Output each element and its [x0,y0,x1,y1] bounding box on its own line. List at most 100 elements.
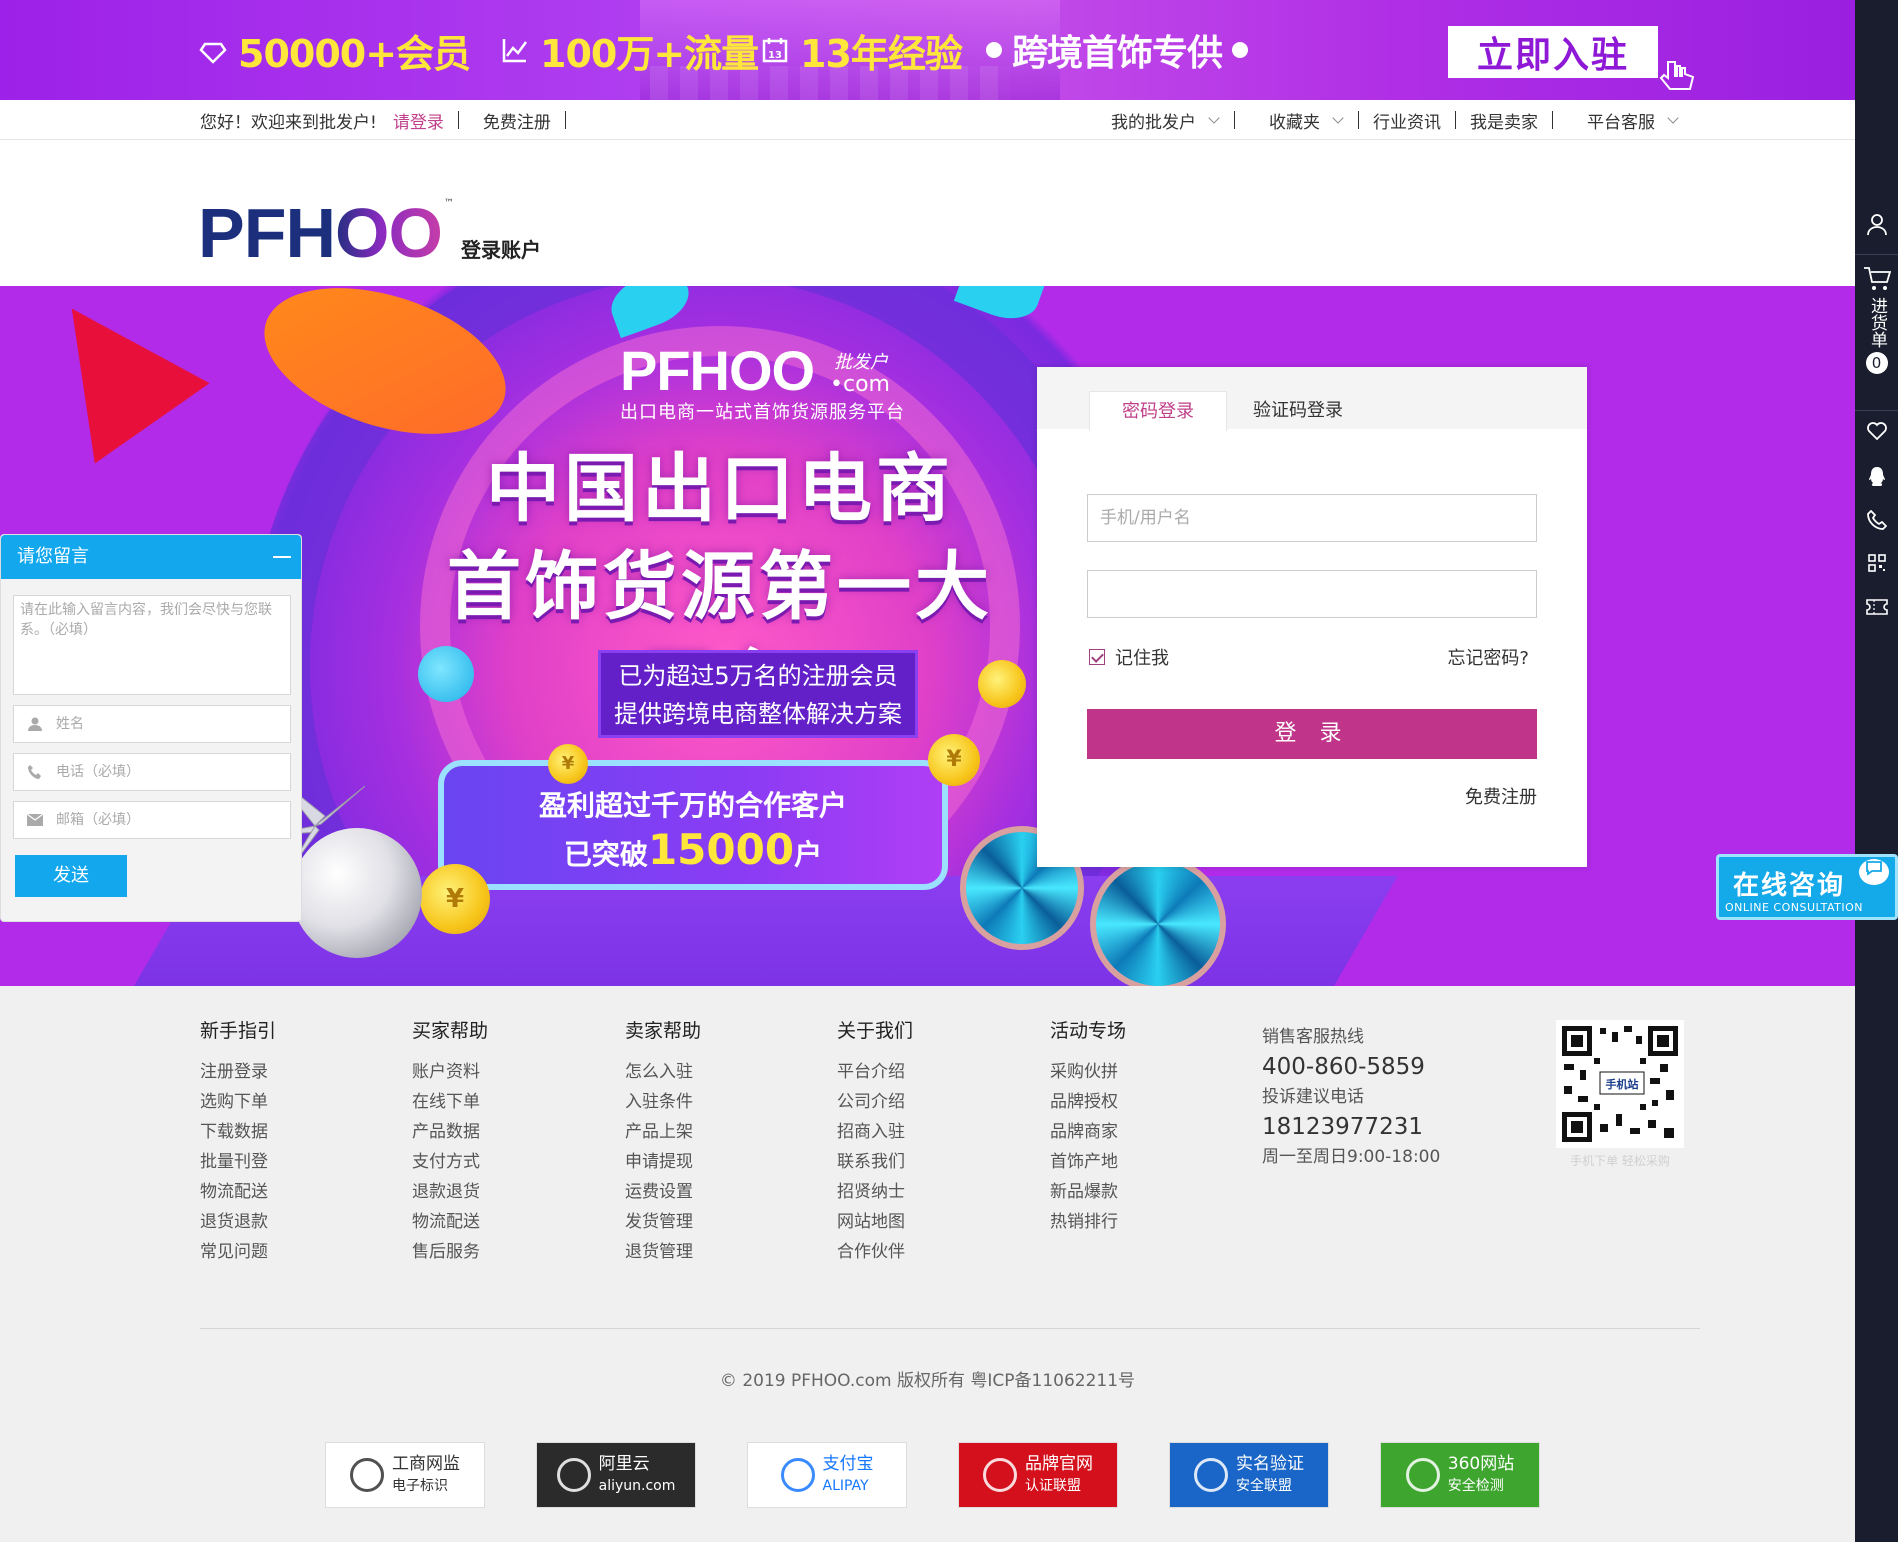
name-field[interactable] [13,705,291,743]
send-message-button[interactable]: 发送 [15,855,127,897]
customer-service-menu[interactable]: 平台客服 [1553,108,1693,133]
footer-link[interactable]: 退货管理 [625,1237,701,1267]
industry-news-link[interactable]: 行业资讯 [1359,108,1455,133]
login-submit-button[interactable]: 登 录 [1087,709,1537,759]
phone-icon [1866,509,1887,535]
footer-link[interactable]: 品牌授权 [1050,1087,1126,1117]
footer-link[interactable]: 合作伙伴 [837,1237,913,1267]
phone-field[interactable] [13,753,291,791]
username-input[interactable] [1087,494,1537,542]
footer-link[interactable]: 下载数据 [200,1117,276,1147]
badge-logo-icon [1194,1458,1228,1492]
footer-link[interactable]: 产品上架 [625,1117,701,1147]
footer-link[interactable]: 申请提现 [625,1147,701,1177]
badge-logo-icon [556,1458,591,1492]
footer-link[interactable]: 热销排行 [1050,1207,1126,1237]
consult-title: 在线咨询 [1733,871,1846,901]
footer-link[interactable]: 新品爆款 [1050,1177,1126,1207]
seller-link[interactable]: 我是卖家 [1456,108,1552,133]
footer-link[interactable]: 采购伙拼 [1050,1057,1126,1087]
qr-mobile-label: 手机站 [1606,1077,1639,1091]
join-now-button[interactable]: 立即入驻 [1448,26,1658,78]
footer-link[interactable]: 产品数据 [412,1117,488,1147]
pointing-hand-icon [1658,58,1702,94]
footer-link[interactable]: 招贤纳士 [837,1177,913,1207]
footer-link[interactable]: 售后服务 [412,1237,488,1267]
top-promo-banner[interactable]: 50000+会员 100万+流量 13 13年经验 跨境首饰专供 立即入驻 [0,0,1855,100]
phone-input[interactable] [56,764,286,780]
aliyun-badge[interactable]: 阿里云 aliyun.com [536,1442,696,1508]
tab-code-login[interactable]: 验证码登录 [1229,391,1367,431]
message-content-input[interactable] [13,595,291,695]
leave-message-panel: 请您留言 发送 [0,534,302,922]
hero-bar-line2: 已突破15000户 [444,828,942,877]
gov-supervision-badge[interactable]: 工商网监 电子标识 [325,1442,485,1508]
forgot-password-link[interactable]: 忘记密码? [1447,644,1529,670]
qq-chat-button[interactable] [1855,466,1898,493]
footer-link[interactable]: 品牌商家 [1050,1117,1126,1147]
phone-contact-button[interactable] [1855,509,1898,535]
password-input[interactable] [1087,570,1537,618]
alipay-badge[interactable]: 支付宝 ALIPAY [747,1442,907,1508]
site-logo[interactable]: PFHOO ™ [198,198,454,268]
logo-header: PFHOO ™ 登录账户 [0,140,1855,286]
footer-link-list: 账户资料 在线下单 产品数据 支付方式 退款退货 物流配送 售后服务 [412,1057,488,1267]
footer-link[interactable]: 联系我们 [837,1147,913,1177]
qr-caption: 手机下单 轻松采购 [1570,1154,1670,1168]
email-input[interactable] [56,812,286,828]
login-link[interactable]: 请登录 [393,108,444,133]
online-consultation-button[interactable]: 在线咨询 ONLINE CONSULTATION [1716,854,1898,920]
email-field[interactable] [13,801,291,839]
badge-line2: 电子标识 [392,1478,448,1494]
real-name-verify-badge[interactable]: 实名验证 安全联盟 [1169,1442,1329,1508]
topnav-left: 您好！欢迎来到批发户! 请登录 免费注册 [200,100,590,140]
footer-column-title: 关于我们 [837,1020,914,1042]
my-store-menu[interactable]: 我的批发户 [1097,108,1234,133]
footer-link[interactable]: 物流配送 [412,1207,488,1237]
account-button[interactable] [1855,212,1898,241]
footer-link[interactable]: 公司介绍 [837,1087,913,1117]
footer-link[interactable]: 账户资料 [412,1057,488,1087]
footer-link[interactable]: 平台介绍 [837,1057,913,1087]
footer-link[interactable]: 物流配送 [200,1177,276,1207]
free-register-link[interactable]: 免费注册 [1465,783,1537,809]
footer-link[interactable]: 在线下单 [412,1087,488,1117]
contact-info: 销售客服热线 400-860-5859 投诉建议电话 18123977231 周… [1262,1022,1440,1172]
footer-link[interactable]: 运费设置 [625,1177,701,1207]
banner-traffic: 100万+流量 [500,26,759,76]
favorites-menu[interactable]: 收藏夹 [1235,108,1358,133]
footer-link[interactable]: 注册登录 [200,1057,276,1087]
name-input[interactable] [56,716,286,732]
checkbox-checked-icon[interactable] [1089,649,1105,665]
my-store-label: 我的批发户 [1111,112,1196,133]
qq-penguin-icon [1867,466,1887,493]
favorites-button[interactable] [1855,422,1898,445]
purchase-list-button[interactable]: 进货单 0 [1855,266,1898,374]
banner-experience-text: 13年经验 [800,31,963,76]
banner-traffic-text: 100万+流量 [540,31,759,76]
brand-site-badge[interactable]: 品牌官网 认证联盟 [958,1442,1118,1508]
footer-link[interactable]: 批量刊登 [200,1147,276,1177]
360-security-badge[interactable]: 360网站 安全检测 [1380,1442,1540,1508]
footer-link[interactable]: 选购下单 [200,1087,276,1117]
coupon-button[interactable] [1855,598,1898,621]
footer-link[interactable]: 退货退款 [200,1207,276,1237]
footer-link[interactable]: 入驻条件 [625,1087,701,1117]
footer-link[interactable]: 首饰产地 [1050,1147,1126,1177]
logo-trademark: ™ [443,198,454,209]
footer-link[interactable]: 支付方式 [412,1147,488,1177]
footer-link[interactable]: 常见问题 [200,1237,276,1267]
footer-link[interactable]: 怎么入驻 [625,1057,701,1087]
footer-link[interactable]: 招商入驻 [837,1117,913,1147]
register-link[interactable]: 免费注册 [483,108,551,133]
banner-members-text: 50000+会员 [238,31,471,76]
qr-code-button[interactable] [1855,554,1898,577]
hero-brand-com: •com [830,372,890,397]
bullet-dot [1232,42,1249,58]
footer-link[interactable]: 网站地图 [837,1207,913,1237]
footer-link[interactable]: 退款退货 [412,1177,488,1207]
tab-password-login[interactable]: 密码登录 [1089,391,1227,431]
remember-me-checkbox[interactable]: 记住我 [1089,644,1169,670]
minimize-icon[interactable] [273,556,291,558]
footer-link[interactable]: 发货管理 [625,1207,701,1237]
